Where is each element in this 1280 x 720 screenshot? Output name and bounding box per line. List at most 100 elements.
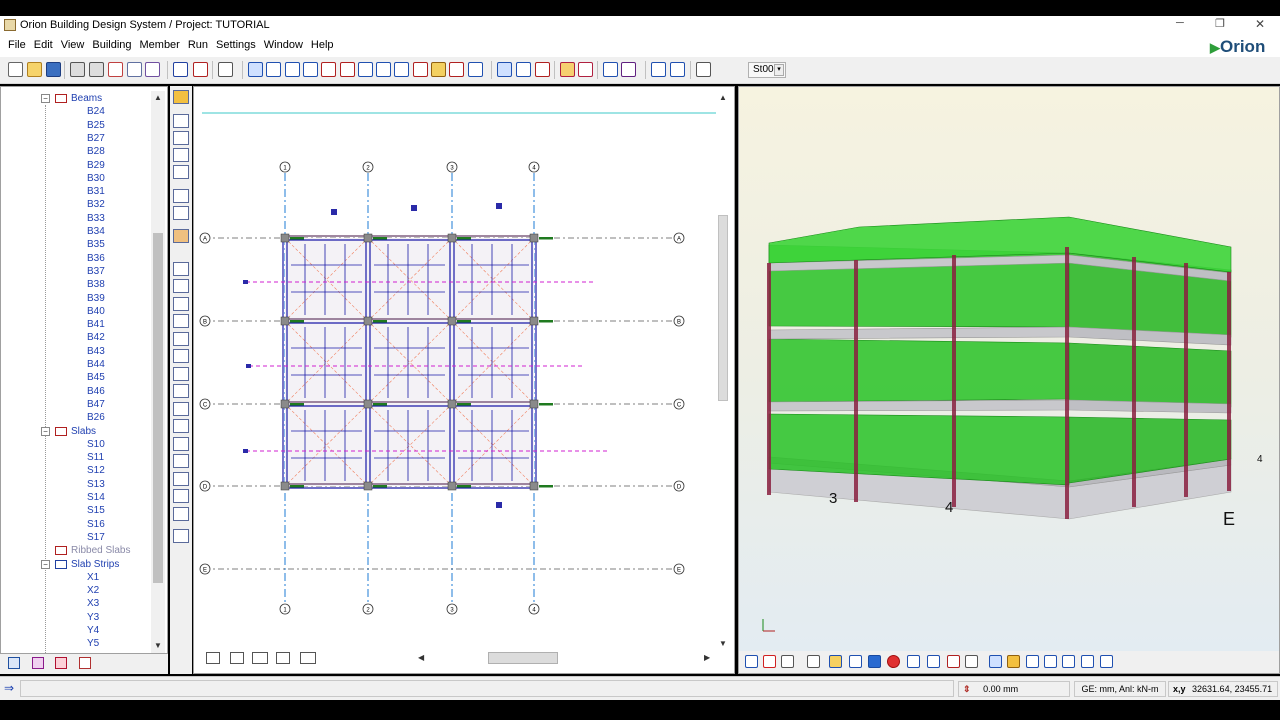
- tree-item-slab[interactable]: S10: [87, 438, 105, 451]
- zoom-previous-icon[interactable]: [173, 131, 189, 145]
- zoom-icon[interactable]: [173, 114, 189, 128]
- play-icon[interactable]: [868, 655, 881, 668]
- scroll-down-icon[interactable]: ▼: [719, 639, 727, 648]
- column-icon[interactable]: [303, 62, 318, 77]
- tree-item-slab[interactable]: S13: [87, 478, 105, 491]
- tree-item-slab[interactable]: S17: [87, 531, 105, 544]
- zoom-fit-icon[interactable]: [1100, 655, 1113, 668]
- scroll-thumb[interactable]: [153, 233, 163, 583]
- stair-icon[interactable]: [431, 62, 446, 77]
- storey-icon[interactable]: [173, 489, 189, 503]
- scroll-up-icon[interactable]: ▲: [154, 93, 162, 102]
- plan-hscroll[interactable]: ◀ ▶: [416, 651, 716, 665]
- split-view-icon[interactable]: [927, 655, 940, 668]
- load-marker[interactable]: [411, 205, 417, 211]
- scroll-up-icon[interactable]: ▲: [719, 93, 727, 102]
- view-tab-layers-icon[interactable]: [252, 652, 268, 664]
- tree-tab-loads-icon[interactable]: [55, 657, 67, 669]
- zoom-in-icon[interactable]: [1062, 655, 1075, 668]
- collapse-icon[interactable]: −: [41, 560, 50, 569]
- tree-item-beam[interactable]: B36: [87, 252, 105, 265]
- frame-view-icon[interactable]: [745, 655, 758, 668]
- close-button[interactable]: ✕: [1255, 17, 1265, 31]
- tree-item-strip[interactable]: X1: [87, 571, 99, 584]
- tree-item-beam[interactable]: B47: [87, 398, 105, 411]
- save-icon[interactable]: [46, 62, 61, 77]
- tree-item-beam[interactable]: B29: [87, 159, 105, 172]
- tree-tab-building-icon[interactable]: [8, 657, 20, 669]
- table-icon[interactable]: [108, 62, 123, 77]
- tree-item-beam[interactable]: B41: [87, 318, 105, 331]
- load-marker[interactable]: [331, 209, 337, 215]
- load-marker[interactable]: [243, 449, 248, 453]
- tree-item-beam[interactable]: B33: [87, 212, 105, 225]
- tree-item-beam[interactable]: B26: [87, 411, 105, 424]
- menu-settings[interactable]: Settings: [212, 35, 260, 55]
- tree-item-beam[interactable]: B43: [87, 345, 105, 358]
- zoom-window-icon[interactable]: [173, 148, 189, 162]
- column-symbol[interactable]: [363, 399, 373, 409]
- tree-item-slab[interactable]: S12: [87, 464, 105, 477]
- column-symbol[interactable]: [529, 233, 539, 243]
- delete-icon[interactable]: [193, 62, 208, 77]
- select-icon[interactable]: [248, 62, 263, 77]
- measure-icon[interactable]: [468, 62, 483, 77]
- column-symbol[interactable]: [447, 316, 457, 326]
- tree-item-strip[interactable]: Y5: [87, 637, 99, 650]
- close-view-icon[interactable]: [763, 655, 776, 668]
- record-icon[interactable]: [887, 655, 900, 668]
- 3d-model-render[interactable]: 3 4 E 4: [739, 87, 1279, 651]
- plan-hscroll-thumb[interactable]: [488, 652, 558, 664]
- tree-tab-settings-icon[interactable]: [79, 657, 91, 669]
- tree-item-strip[interactable]: Y3: [87, 611, 99, 624]
- load-icon[interactable]: [535, 62, 550, 77]
- storey-icon[interactable]: [173, 402, 189, 416]
- menu-building[interactable]: Building: [88, 35, 135, 55]
- grid-axis-icon[interactable]: [285, 62, 300, 77]
- storey-icon[interactable]: [173, 332, 189, 346]
- menu-file[interactable]: File: [4, 35, 30, 55]
- column-symbol[interactable]: [529, 481, 539, 491]
- storey-edit-icon[interactable]: [173, 297, 189, 311]
- list-icon[interactable]: [651, 62, 666, 77]
- zoom-extents-icon[interactable]: [173, 165, 189, 179]
- chart-icon[interactable]: [603, 62, 618, 77]
- plan-vscroll-thumb[interactable]: [718, 215, 728, 401]
- minimize-button[interactable]: ─: [1176, 17, 1184, 29]
- export-icon[interactable]: [145, 62, 160, 77]
- tree-node-ribbed-slabs[interactable]: Ribbed Slabs: [71, 544, 130, 557]
- column-symbol[interactable]: [363, 233, 373, 243]
- dimension-icon[interactable]: [449, 62, 464, 77]
- load-marker[interactable]: [243, 280, 248, 284]
- print-icon[interactable]: [70, 62, 85, 77]
- scroll-right-icon[interactable]: ▶: [704, 653, 710, 662]
- tree-node-beams[interactable]: Beams: [71, 92, 102, 105]
- storey-copy-icon[interactable]: [173, 279, 189, 293]
- terrain-icon[interactable]: [497, 62, 512, 77]
- menu-help[interactable]: Help: [307, 35, 338, 55]
- storey-icon[interactable]: [173, 314, 189, 328]
- column-symbol[interactable]: [447, 399, 457, 409]
- menu-view[interactable]: View: [57, 35, 89, 55]
- storey-icon[interactable]: [173, 367, 189, 381]
- load-marker[interactable]: [496, 203, 502, 209]
- report-icon[interactable]: [127, 62, 142, 77]
- menu-run[interactable]: Run: [184, 35, 212, 55]
- view-tab-grid-icon[interactable]: [300, 652, 316, 664]
- building-icon[interactable]: [516, 62, 531, 77]
- view-tab-frame-icon[interactable]: [276, 652, 290, 664]
- single-view-icon[interactable]: [907, 655, 920, 668]
- pointer-icon[interactable]: [218, 62, 233, 77]
- plan-drawing[interactable]: 11223344A AB BC CD DE E: [194, 87, 734, 673]
- storey-icon[interactable]: [173, 472, 189, 486]
- restore-button[interactable]: ❐: [1215, 17, 1225, 30]
- window-icon[interactable]: [670, 62, 685, 77]
- tree-item-slab[interactable]: S14: [87, 491, 105, 504]
- tree-item-beam[interactable]: B31: [87, 185, 105, 198]
- view-tab-section-icon[interactable]: [230, 652, 244, 664]
- menu-member[interactable]: Member: [136, 35, 184, 55]
- tree-node-slabs[interactable]: Slabs: [71, 425, 96, 438]
- tree-tab-members-icon[interactable]: [32, 657, 44, 669]
- tree-item-beam[interactable]: B45: [87, 371, 105, 384]
- tree-item-beam[interactable]: B39: [87, 292, 105, 305]
